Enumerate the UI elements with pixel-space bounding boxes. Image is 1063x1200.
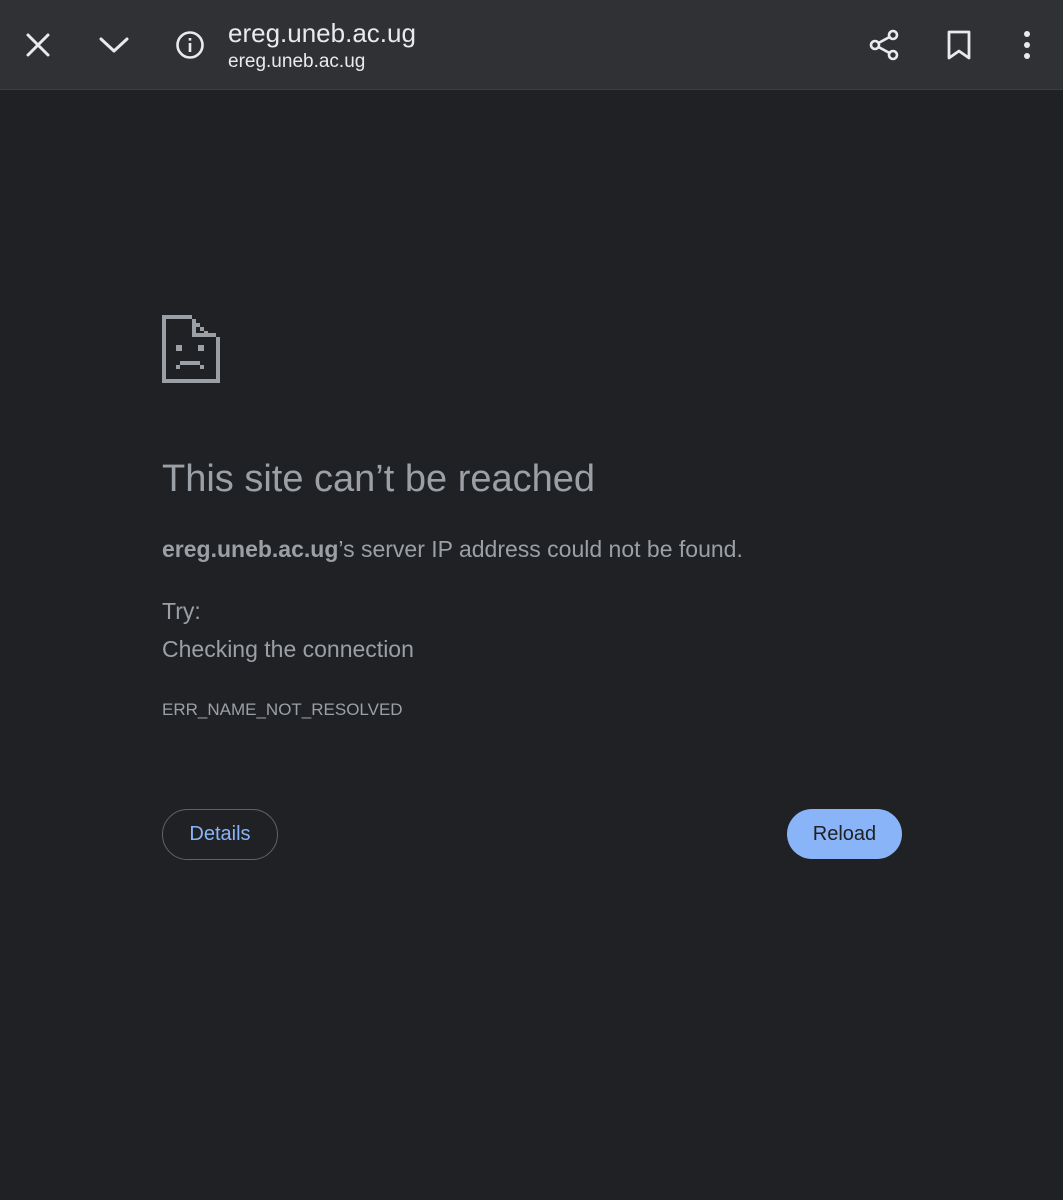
close-icon — [26, 33, 50, 57]
bookmark-icon — [947, 30, 971, 60]
page-title: ereg.uneb.ac.ug — [228, 18, 416, 48]
page-url: ereg.uneb.ac.ug — [228, 51, 366, 72]
sad-page-icon — [162, 315, 220, 383]
error-message-text: ’s server IP address could not be found. — [338, 536, 743, 562]
error-message: ereg.uneb.ac.ug’s server IP address coul… — [162, 534, 743, 564]
error-page: This site can’t be reached ereg.uneb.ac.… — [0, 91, 1063, 1200]
overflow-menu-button[interactable] — [999, 17, 1055, 73]
details-button[interactable]: Details — [162, 809, 278, 860]
error-host: ereg.uneb.ac.ug — [162, 536, 339, 562]
try-label: Try: — [162, 598, 201, 624]
chevron-down-icon — [99, 37, 129, 53]
close-tab-button[interactable] — [10, 17, 66, 73]
minimize-button[interactable] — [86, 17, 142, 73]
browser-toolbar: ereg.uneb.ac.ug ereg.uneb.ac.ug — [0, 0, 1063, 90]
bookmark-button[interactable] — [931, 17, 987, 73]
page-info-button[interactable] — [162, 17, 218, 73]
info-icon — [176, 31, 204, 59]
share-button[interactable] — [856, 17, 912, 73]
more-vert-icon — [1024, 31, 1030, 59]
url-display[interactable]: ereg.uneb.ac.ug ereg.uneb.ac.ug — [228, 16, 788, 76]
error-code: ERR_NAME_NOT_RESOLVED — [162, 700, 403, 719]
reload-button[interactable]: Reload — [787, 809, 902, 859]
error-heading: This site can’t be reached — [162, 458, 596, 500]
suggestion-item: Checking the connection — [162, 636, 414, 662]
share-icon — [869, 29, 899, 61]
